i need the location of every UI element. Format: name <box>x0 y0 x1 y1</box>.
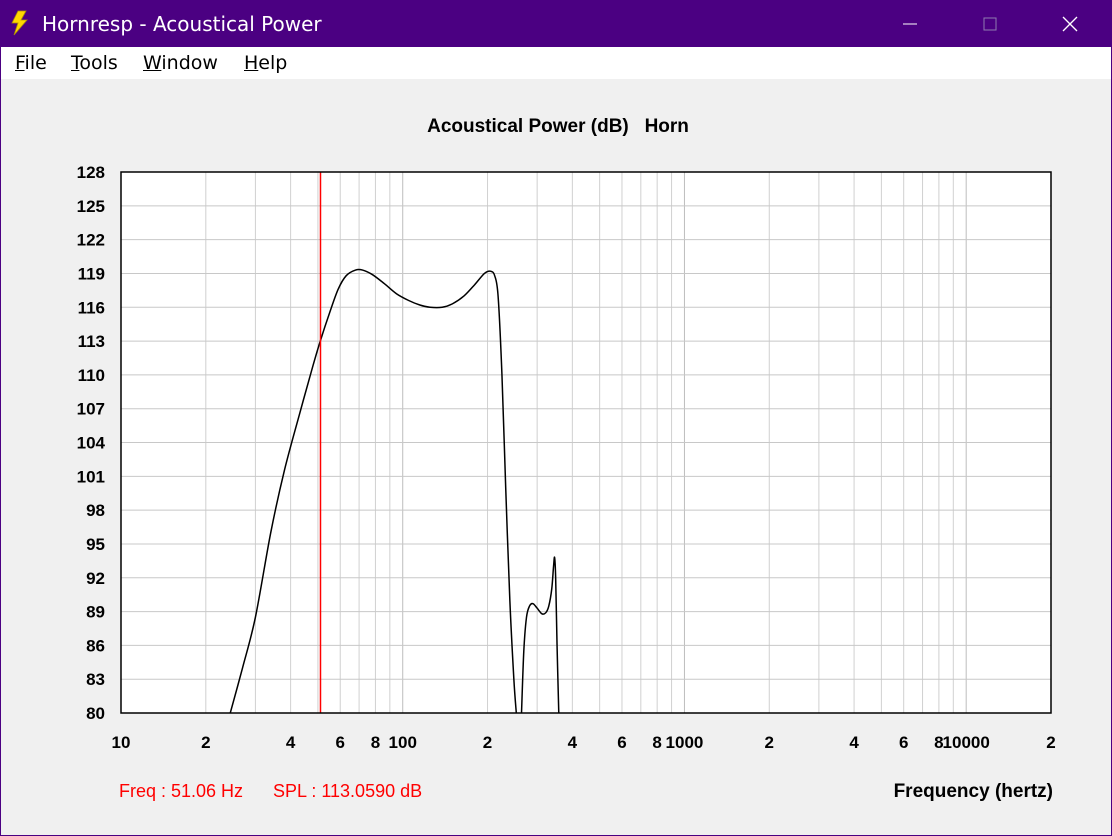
y-tick-label: 110 <box>78 366 105 385</box>
y-tick-label: 116 <box>78 298 105 317</box>
y-tick-label: 89 <box>86 603 105 622</box>
y-tick-label: 122 <box>77 231 105 250</box>
y-tick-label: 80 <box>86 704 105 723</box>
y-tick-label: 101 <box>77 467 105 486</box>
status-freq: Freq : 51.06 Hz <box>119 781 244 801</box>
x-tick-label: 8 <box>371 733 380 752</box>
status-spl: SPL : 113.0590 dB <box>273 781 423 801</box>
y-tick-label: 95 <box>86 535 105 554</box>
y-tick-label: 104 <box>77 434 106 453</box>
x-tick-label: 6 <box>899 733 908 752</box>
x-axis-label: Frequency (hertz) <box>893 781 1053 802</box>
app-window: Hornresp - Acoustical Power File Tools W… <box>0 0 1112 836</box>
y-tick-label: 128 <box>77 163 105 182</box>
x-tick-label: 6 <box>617 733 626 752</box>
y-tick-label: 113 <box>78 332 105 351</box>
y-tick-label: 83 <box>86 670 105 689</box>
y-tick-label: 125 <box>77 197 105 216</box>
x-tick-label: 2 <box>765 733 774 752</box>
x-tick-label: 2 <box>201 733 210 752</box>
y-tick-label: 119 <box>78 264 105 283</box>
x-tick-label: 100 <box>389 733 417 752</box>
x-tick-label: 4 <box>849 733 859 752</box>
x-tick-label: 10000 <box>943 733 990 752</box>
x-tick-label: 1000 <box>666 733 704 752</box>
x-tick-label: 10 <box>112 733 131 752</box>
x-tick-label: 4 <box>286 733 296 752</box>
x-tick-label: 4 <box>568 733 578 752</box>
x-tick-label: 2 <box>483 733 492 752</box>
x-tick-label: 8 <box>652 733 661 752</box>
x-tick-label: 2 <box>1046 733 1055 752</box>
x-tick-label: 6 <box>335 733 344 752</box>
acoustical-power-chart[interactable]: 1281251221191161131101071041019895928986… <box>1 1 1111 835</box>
y-tick-label: 98 <box>86 501 105 520</box>
y-tick-label: 86 <box>86 636 105 655</box>
y-tick-label: 92 <box>86 569 105 588</box>
y-tick-label: 107 <box>77 400 105 419</box>
